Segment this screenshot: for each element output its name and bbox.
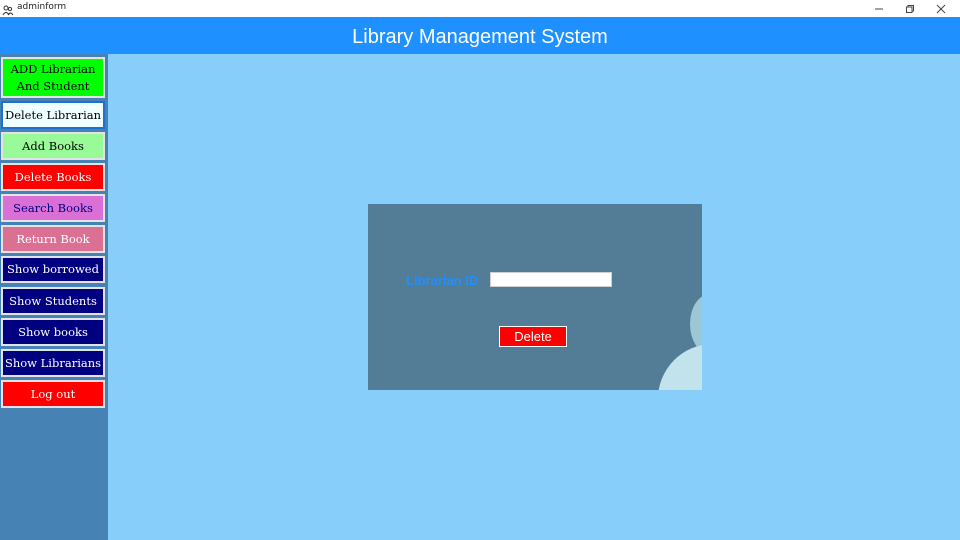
add-books-button[interactable]: Add Books [1,132,105,160]
add-books-label: Add Books [22,138,84,153]
show-books-label: Show books [18,324,88,339]
add-librarian-and-student-button[interactable]: ADD Librarian And Student [1,57,105,98]
title-bar: adminform [0,0,960,17]
show-books-button[interactable]: Show books [1,318,105,346]
minimize-button[interactable] [864,0,894,17]
delete-button-label: Delete [514,329,552,344]
users-icon [2,2,14,16]
show-librarians-button[interactable]: Show Librarians [1,349,105,377]
log-out-button[interactable]: Log out [1,380,105,408]
log-out-label: Log out [30,386,76,401]
delete-librarian-label: Delete Librarian [4,107,102,122]
librarian-id-label: Librarian ID [406,273,479,288]
app-header: Library Management System [0,17,960,54]
decorative-shape [658,344,702,390]
show-students-label: Show Students [9,293,97,308]
show-borrowed-button[interactable]: Show borrowed [1,256,105,283]
librarian-id-input[interactable] [490,272,612,287]
delete-librarian-button[interactable]: Delete Librarian [1,101,105,129]
sidebar: ADD Librarian And Student Delete Librari… [0,54,108,540]
delete-books-label: Delete Books [14,169,92,184]
page-title: Library Management System [352,26,608,48]
add-button-line2: And Student [16,78,90,93]
show-borrowed-label: Show borrowed [7,262,99,276]
search-books-label: Search Books [13,200,93,215]
return-book-label: Return Book [16,231,90,246]
search-books-button[interactable]: Search Books [1,194,105,222]
minimize-icon [874,0,884,18]
show-librarians-label: Show Librarians [4,355,102,370]
close-button[interactable] [926,0,956,17]
restore-icon [905,0,915,18]
delete-librarian-card: Librarian ID Delete [368,204,702,390]
add-button-line1: ADD Librarian [10,61,96,76]
restore-button[interactable] [895,0,925,17]
show-students-button[interactable]: Show Students [1,287,105,315]
close-icon [936,0,946,18]
delete-books-button[interactable]: Delete Books [1,163,105,191]
window-title: adminform [17,2,67,12]
return-book-button[interactable]: Return Book [1,225,105,253]
delete-button[interactable]: Delete [499,326,567,347]
